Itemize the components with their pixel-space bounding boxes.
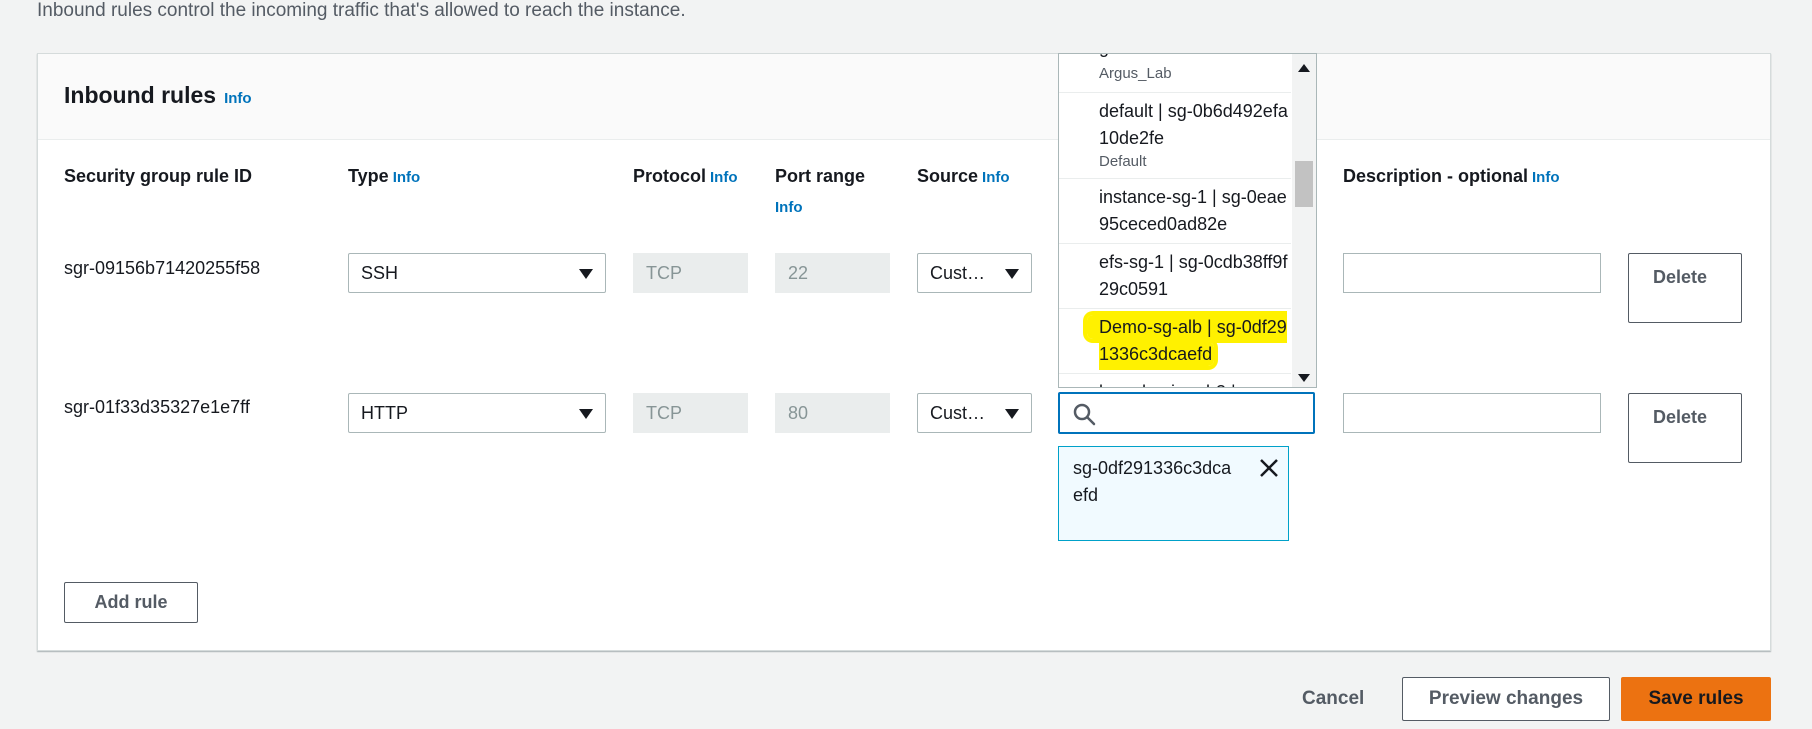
save-rules-button[interactable]: Save rules — [1621, 677, 1771, 721]
type-select[interactable]: HTTP — [348, 393, 606, 433]
dropdown-option[interactable]: default | sg-0b6d492efa10de2fe Default — [1059, 93, 1291, 179]
panel-header: Inbound rules Info — [38, 54, 1770, 140]
token-label: sg-0df291336c3dcaefd — [1073, 458, 1232, 505]
source-type-select[interactable]: Cust… — [917, 253, 1032, 293]
info-link[interactable]: Info — [775, 199, 803, 216]
option-label: Demo-sg-alb | sg-0df291336c3dcaefd — [1087, 314, 1289, 368]
type-select-value: SSH — [361, 263, 399, 283]
caret-down-icon — [579, 409, 593, 419]
source-type-select[interactable]: Cust… — [917, 393, 1032, 433]
selected-source-token: sg-0df291336c3dcaefd — [1058, 446, 1289, 541]
protocol-field: TCP — [633, 393, 748, 433]
rule-id-cell: sgr-09156b71420255f58 — [64, 258, 261, 278]
dropdown-option[interactable]: g Argus_Lab — [1059, 54, 1291, 93]
col-port-label: Port range — [775, 166, 866, 186]
info-link[interactable]: Info — [224, 90, 252, 107]
option-label: g — [1099, 54, 1109, 61]
scroll-up-icon[interactable] — [1298, 64, 1310, 72]
option-label: launch-wizard-3 | — [1099, 379, 1236, 387]
panel-title: Inbound rules Info — [64, 82, 252, 109]
scrollbar-thumb[interactable] — [1295, 161, 1313, 207]
caret-down-icon — [1005, 269, 1019, 279]
panel-title-text: Inbound rules — [64, 82, 217, 108]
port-range-field: 80 — [775, 393, 890, 433]
caret-down-icon — [579, 269, 593, 279]
dropdown-option[interactable]: launch-wizard-3 | — [1059, 374, 1291, 387]
source-select-value: Cust… — [930, 263, 986, 283]
highlight-marker: Demo-sg-alb | sg-0df291336c3dcaefd — [1087, 315, 1287, 366]
col-description-label: Description - optional — [1343, 166, 1529, 186]
col-protocol: Protocol Info — [633, 161, 738, 193]
col-rule-id: Security group rule ID — [64, 166, 253, 186]
dropdown-option[interactable]: instance-sg-1 | sg-0eae95ceced0ad82e — [1059, 179, 1291, 244]
option-desc: Default — [1099, 153, 1147, 170]
source-dropdown-list[interactable]: g Argus_Lab default | sg-0b6d492efa10de2… — [1058, 53, 1317, 388]
col-source: Source Info — [917, 161, 1010, 193]
col-protocol-label: Protocol — [633, 166, 707, 186]
search-input[interactable] — [1104, 400, 1308, 428]
col-type-label: Type — [348, 166, 389, 186]
col-type: Type Info — [348, 161, 420, 193]
info-link[interactable]: Info — [982, 169, 1010, 186]
dropdown-option[interactable]: efs-sg-1 | sg-0cdb38ff9f29c0591 — [1059, 244, 1291, 309]
source-select-value: Cust… — [930, 403, 986, 423]
option-label: default | sg-0b6d492efa10de2fe — [1099, 101, 1288, 148]
description-input[interactable] — [1343, 253, 1601, 293]
option-desc: Argus_Lab — [1099, 65, 1172, 82]
delete-button[interactable]: Delete — [1628, 253, 1742, 323]
dropdown-option-highlighted[interactable]: Demo-sg-alb | sg-0df291336c3dcaefd — [1059, 309, 1291, 374]
preview-changes-button[interactable]: Preview changes — [1402, 677, 1610, 721]
protocol-field: TCP — [633, 253, 748, 293]
option-label: efs-sg-1 | sg-0cdb38ff9f29c0591 — [1099, 252, 1288, 299]
cancel-button[interactable]: Cancel — [1302, 688, 1364, 710]
add-rule-button[interactable]: Add rule — [64, 582, 198, 623]
info-link[interactable]: Info — [710, 169, 738, 186]
rule-id-cell: sgr-01f33d35327e1e7ff — [64, 397, 250, 417]
col-source-label: Source — [917, 166, 979, 186]
type-select[interactable]: SSH — [348, 253, 606, 293]
description-input[interactable] — [1343, 393, 1601, 433]
scrollbar[interactable] — [1292, 54, 1316, 387]
info-link[interactable]: Info — [1532, 169, 1560, 186]
intro-text: Inbound rules control the incoming traff… — [37, 0, 686, 21]
source-search-field[interactable] — [1058, 392, 1315, 434]
search-icon — [1073, 403, 1096, 426]
close-icon[interactable] — [1258, 457, 1280, 479]
col-port-range: Port range Info — [775, 161, 885, 223]
scroll-down-icon[interactable] — [1298, 374, 1310, 382]
port-range-field: 22 — [775, 253, 890, 293]
col-description: Description - optional Info — [1343, 161, 1560, 193]
type-select-value: HTTP — [361, 403, 408, 423]
info-link[interactable]: Info — [393, 169, 421, 186]
option-label: instance-sg-1 | sg-0eae95ceced0ad82e — [1099, 187, 1287, 234]
delete-button[interactable]: Delete — [1628, 393, 1742, 463]
inbound-rules-panel: Inbound rules Info Security group rule ID… — [37, 53, 1771, 651]
caret-down-icon — [1005, 409, 1019, 419]
